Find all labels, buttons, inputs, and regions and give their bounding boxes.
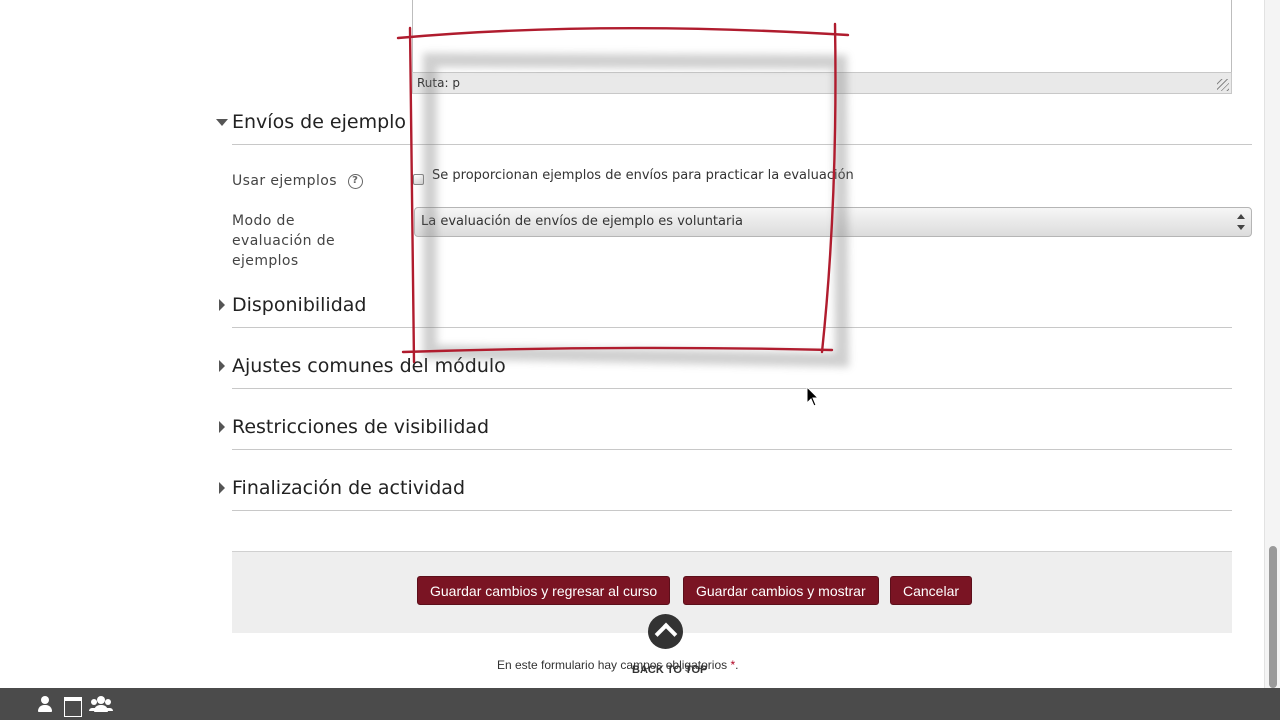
required-note-text: En este formulario hay campos obligatori… (497, 658, 728, 672)
editor-path-bar: Ruta: p (412, 72, 1232, 94)
required-fields-note: En este formulario hay campos obligatori… (497, 658, 738, 672)
person-icon[interactable] (37, 694, 53, 714)
caret-right-icon (216, 482, 228, 494)
vertical-scrollbar[interactable] (1264, 0, 1280, 688)
section-activity-completion[interactable]: Finalización de actividad (216, 477, 465, 499)
section-restrict-access[interactable]: Restricciones de visibilidad (216, 416, 489, 438)
caret-down-icon (216, 116, 228, 128)
scrollbar-thumb[interactable] (1269, 546, 1277, 688)
divider (232, 449, 1232, 450)
section-common-module-settings[interactable]: Ajustes comunes del módulo (216, 355, 506, 377)
mouse-cursor-icon (806, 386, 820, 407)
users-icon[interactable] (90, 694, 112, 714)
section-availability[interactable]: Disponibilidad (216, 294, 366, 316)
save-return-button[interactable]: Guardar cambios y regresar al curso (417, 576, 671, 605)
use-examples-label-text: Usar ejemplos (232, 173, 337, 189)
section-title: Finalización de actividad (232, 477, 466, 499)
divider (232, 510, 1232, 511)
footer-bar (0, 688, 1280, 720)
example-mode-label: Modo de evaluación de ejemplos (232, 213, 335, 269)
section-title: Ajustes comunes del módulo (232, 355, 506, 377)
section-example-submissions[interactable]: Envíos de ejemplo (216, 111, 406, 133)
divider (232, 327, 1232, 328)
caret-right-icon (216, 421, 228, 433)
use-examples-checkbox[interactable] (413, 174, 424, 185)
section-title: Envíos de ejemplo (232, 111, 407, 133)
calendar-icon[interactable] (64, 694, 82, 717)
save-display-button[interactable]: Guardar cambios y mostrar (683, 576, 879, 605)
editor-path-label: Ruta: p (417, 76, 460, 90)
use-examples-label: Usar ejemplos ? (232, 171, 363, 191)
select-arrows-icon (1237, 214, 1245, 230)
resize-handle-icon[interactable] (1217, 79, 1229, 91)
divider (232, 388, 1232, 389)
example-mode-value: La evaluación de envíos de ejemplo es vo… (421, 214, 743, 229)
caret-right-icon (216, 299, 228, 311)
use-examples-checkbox-text: Se proporcionan ejemplos de envíos para … (432, 168, 854, 183)
divider (232, 144, 1252, 145)
back-to-top-icon[interactable] (648, 614, 683, 649)
cancel-button[interactable]: Cancelar (890, 576, 973, 605)
required-note-end: . (735, 658, 739, 672)
section-title: Restricciones de visibilidad (232, 416, 490, 438)
example-mode-select[interactable]: La evaluación de envíos de ejemplo es vo… (414, 207, 1252, 237)
section-title: Disponibilidad (232, 294, 367, 316)
help-icon[interactable]: ? (347, 173, 363, 189)
caret-right-icon (216, 360, 228, 372)
